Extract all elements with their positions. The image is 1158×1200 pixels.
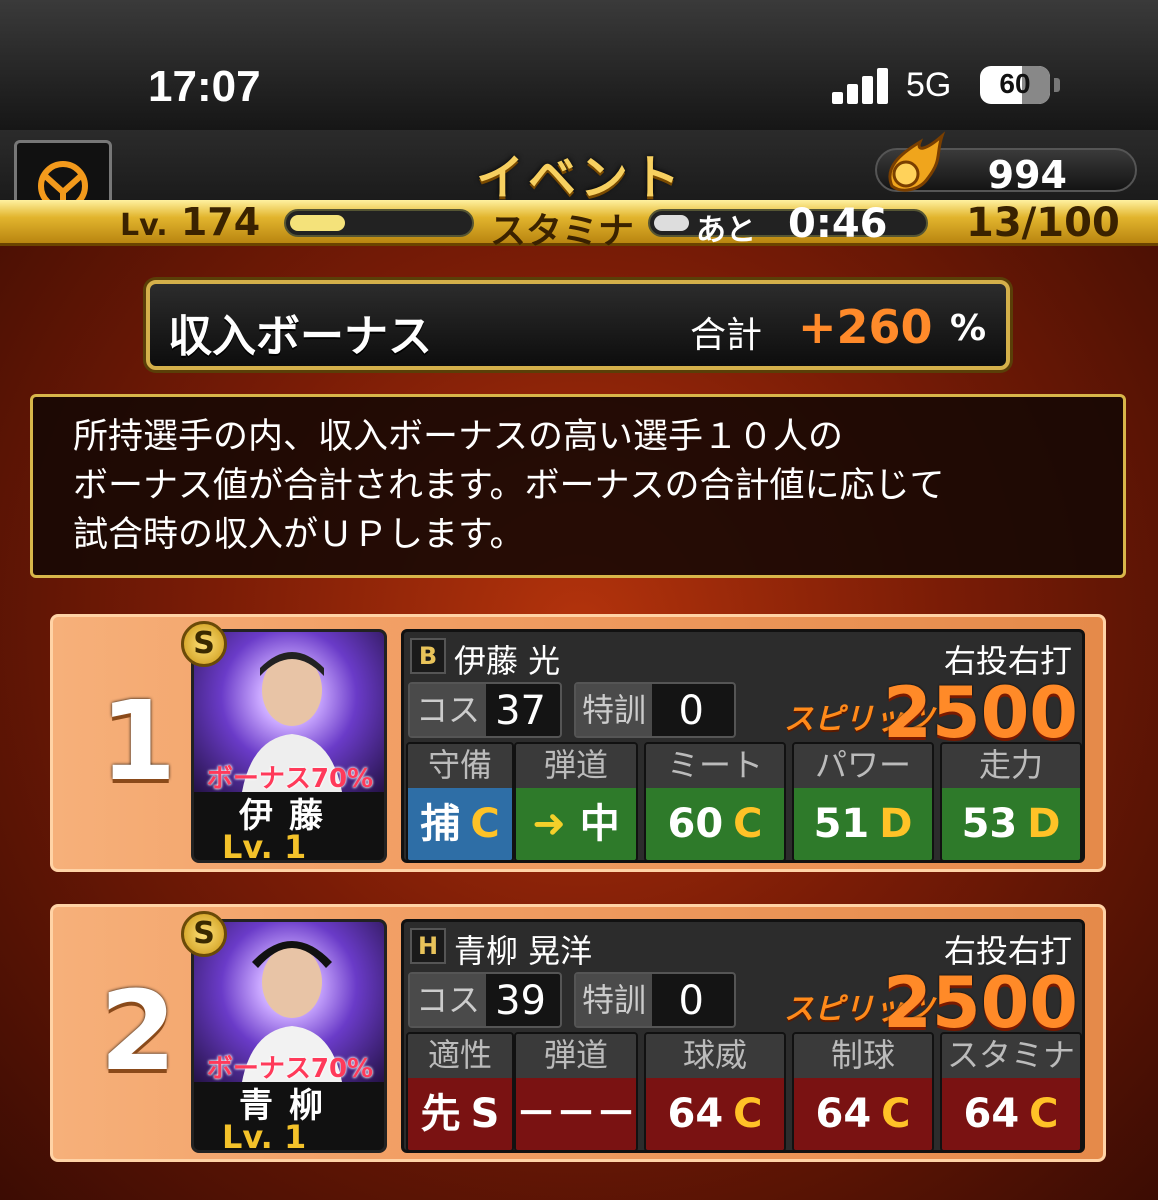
stat-value: 捕C: [408, 788, 512, 860]
training-pill: 特訓 0: [574, 682, 736, 738]
stat-header: 弾道: [516, 744, 636, 788]
stat-control: 制球 64 C: [792, 1032, 934, 1152]
stat-value: 先S: [408, 1078, 512, 1150]
stat-value: 64 C: [646, 1078, 784, 1150]
status-bar: 17:07 5G 60: [0, 0, 1158, 130]
player-name: 青柳 晃洋: [454, 932, 593, 970]
stat-value: 60 C: [646, 788, 784, 860]
portrait-level: Lv. 1: [222, 1118, 307, 1153]
stat-value: 51 D: [794, 788, 932, 860]
stat-value: －－－: [516, 1078, 636, 1150]
lv-prefix: Lv.: [120, 208, 168, 243]
stat-value: ➜ 中: [516, 788, 636, 860]
description-line: 試合時の収入がＵＰします。: [73, 515, 525, 555]
stat-value: 64 C: [942, 1078, 1080, 1150]
training-value: 0: [678, 978, 704, 1024]
stat-header: 適性: [408, 1034, 512, 1078]
battery-icon: 60: [980, 66, 1050, 104]
team-icon: H: [410, 928, 446, 964]
training-value: 0: [678, 688, 704, 734]
stamina-remaining-label: あと: [696, 213, 756, 248]
stat-speed: 走力 53 D: [940, 742, 1082, 862]
stat-header: 守備: [408, 744, 512, 788]
description-line: ボーナス値が合計されます。ボーナスの合計値に応じて: [73, 466, 945, 506]
status-time: 17:07: [148, 62, 261, 111]
stat-aptitude: 適性 先S: [406, 1032, 514, 1152]
stat-power: パワー 51 D: [792, 742, 934, 862]
player-level: Lv. 174: [120, 200, 260, 244]
arrow-icon: ➜: [532, 801, 566, 847]
rarity-badge: S: [181, 621, 227, 667]
stat-header: ミート: [646, 744, 784, 788]
player-info-panel: B 伊藤 光 右投右打 コス 37 特訓 0 スピリッツ 2500 守備 捕C …: [401, 629, 1085, 863]
player-portrait[interactable]: ボーナス70% 伊藤 Lv. 1: [191, 629, 387, 863]
bonus-description: 所持選手の内、収入ボーナスの高い選手１０人の ボーナス値が合計されます。ボーナス…: [30, 394, 1126, 578]
player-card[interactable]: 2 ボーナス70% 青柳 Lv. 1 S H 青柳 晃洋 右投右打 コス 39 …: [50, 904, 1106, 1162]
income-bonus-panel: 収入ボーナス 合計 +260 %: [146, 280, 1010, 370]
description-line: 所持選手の内、収入ボーナスの高い選手１０人の: [73, 417, 844, 457]
stat-trajectory: 弾道 －－－: [514, 1032, 638, 1152]
stat-value: 64 C: [794, 1078, 932, 1150]
stat-header: パワー: [794, 744, 932, 788]
stamina-count: 13/100: [966, 200, 1120, 246]
player-name: 伊藤 光: [454, 642, 561, 680]
coin-value: 994: [987, 153, 1067, 197]
stat-header: 弾道: [516, 1034, 636, 1078]
stat-position: 守備 捕C: [406, 742, 514, 862]
bonus-unit: %: [950, 308, 987, 349]
stat-header: スタミナ: [942, 1034, 1080, 1078]
training-pill: 特訓 0: [574, 972, 736, 1028]
bonus-total-value: +260: [798, 300, 933, 354]
cost-pill: コス 39: [408, 972, 562, 1028]
stamina-timer: 0:46: [788, 201, 888, 247]
training-label: 特訓: [576, 974, 653, 1026]
stat-velocity: 球威 64 C: [644, 1032, 786, 1152]
stamina-bar: あと 0:46: [648, 201, 928, 248]
team-icon: B: [410, 638, 446, 674]
stat-header: 球威: [646, 1034, 784, 1078]
bonus-total-label: 合計: [690, 315, 763, 356]
bonus-label: 収入ボーナス: [168, 311, 432, 362]
battery-level: 60: [999, 68, 1031, 99]
training-label: 特訓: [576, 684, 653, 736]
player-portrait[interactable]: ボーナス70% 青柳 Lv. 1: [191, 919, 387, 1153]
stat-value: 53 D: [942, 788, 1080, 860]
stat-meet: ミート 60 C: [644, 742, 786, 862]
player-card[interactable]: 1 ボーナス70% 伊藤 Lv. 1 S B 伊藤 光 右投右打 コス 37 特…: [50, 614, 1106, 872]
stat-header: 走力: [942, 744, 1080, 788]
network-type: 5G: [906, 66, 952, 104]
cost-value: 39: [495, 978, 546, 1024]
player-info-panel: H 青柳 晃洋 右投右打 コス 39 特訓 0 スピリッツ 2500 適性 先S…: [401, 919, 1085, 1153]
signal-icon: [832, 68, 888, 104]
stamina-fill: [654, 215, 690, 231]
xp-bar: [284, 209, 474, 237]
xp-fill: [290, 215, 345, 231]
stat-trajectory: 弾道 ➜ 中: [514, 742, 638, 862]
cost-label: コス: [410, 684, 487, 736]
cost-pill: コス 37: [408, 682, 562, 738]
rank-number: 2: [99, 967, 177, 1095]
cost-value: 37: [495, 688, 546, 734]
stat-header: 制球: [794, 1034, 932, 1078]
page-title: イベント: [475, 150, 684, 206]
fireball-coin-icon: [888, 131, 946, 192]
battery-cap: [1054, 78, 1060, 92]
portrait-level: Lv. 1: [222, 828, 307, 863]
rarity-badge: S: [181, 911, 227, 957]
rank-number: 1: [99, 677, 177, 805]
stat-stamina: スタミナ 64 C: [940, 1032, 1082, 1152]
cost-label: コス: [410, 974, 487, 1026]
level-value: 174: [180, 200, 261, 244]
